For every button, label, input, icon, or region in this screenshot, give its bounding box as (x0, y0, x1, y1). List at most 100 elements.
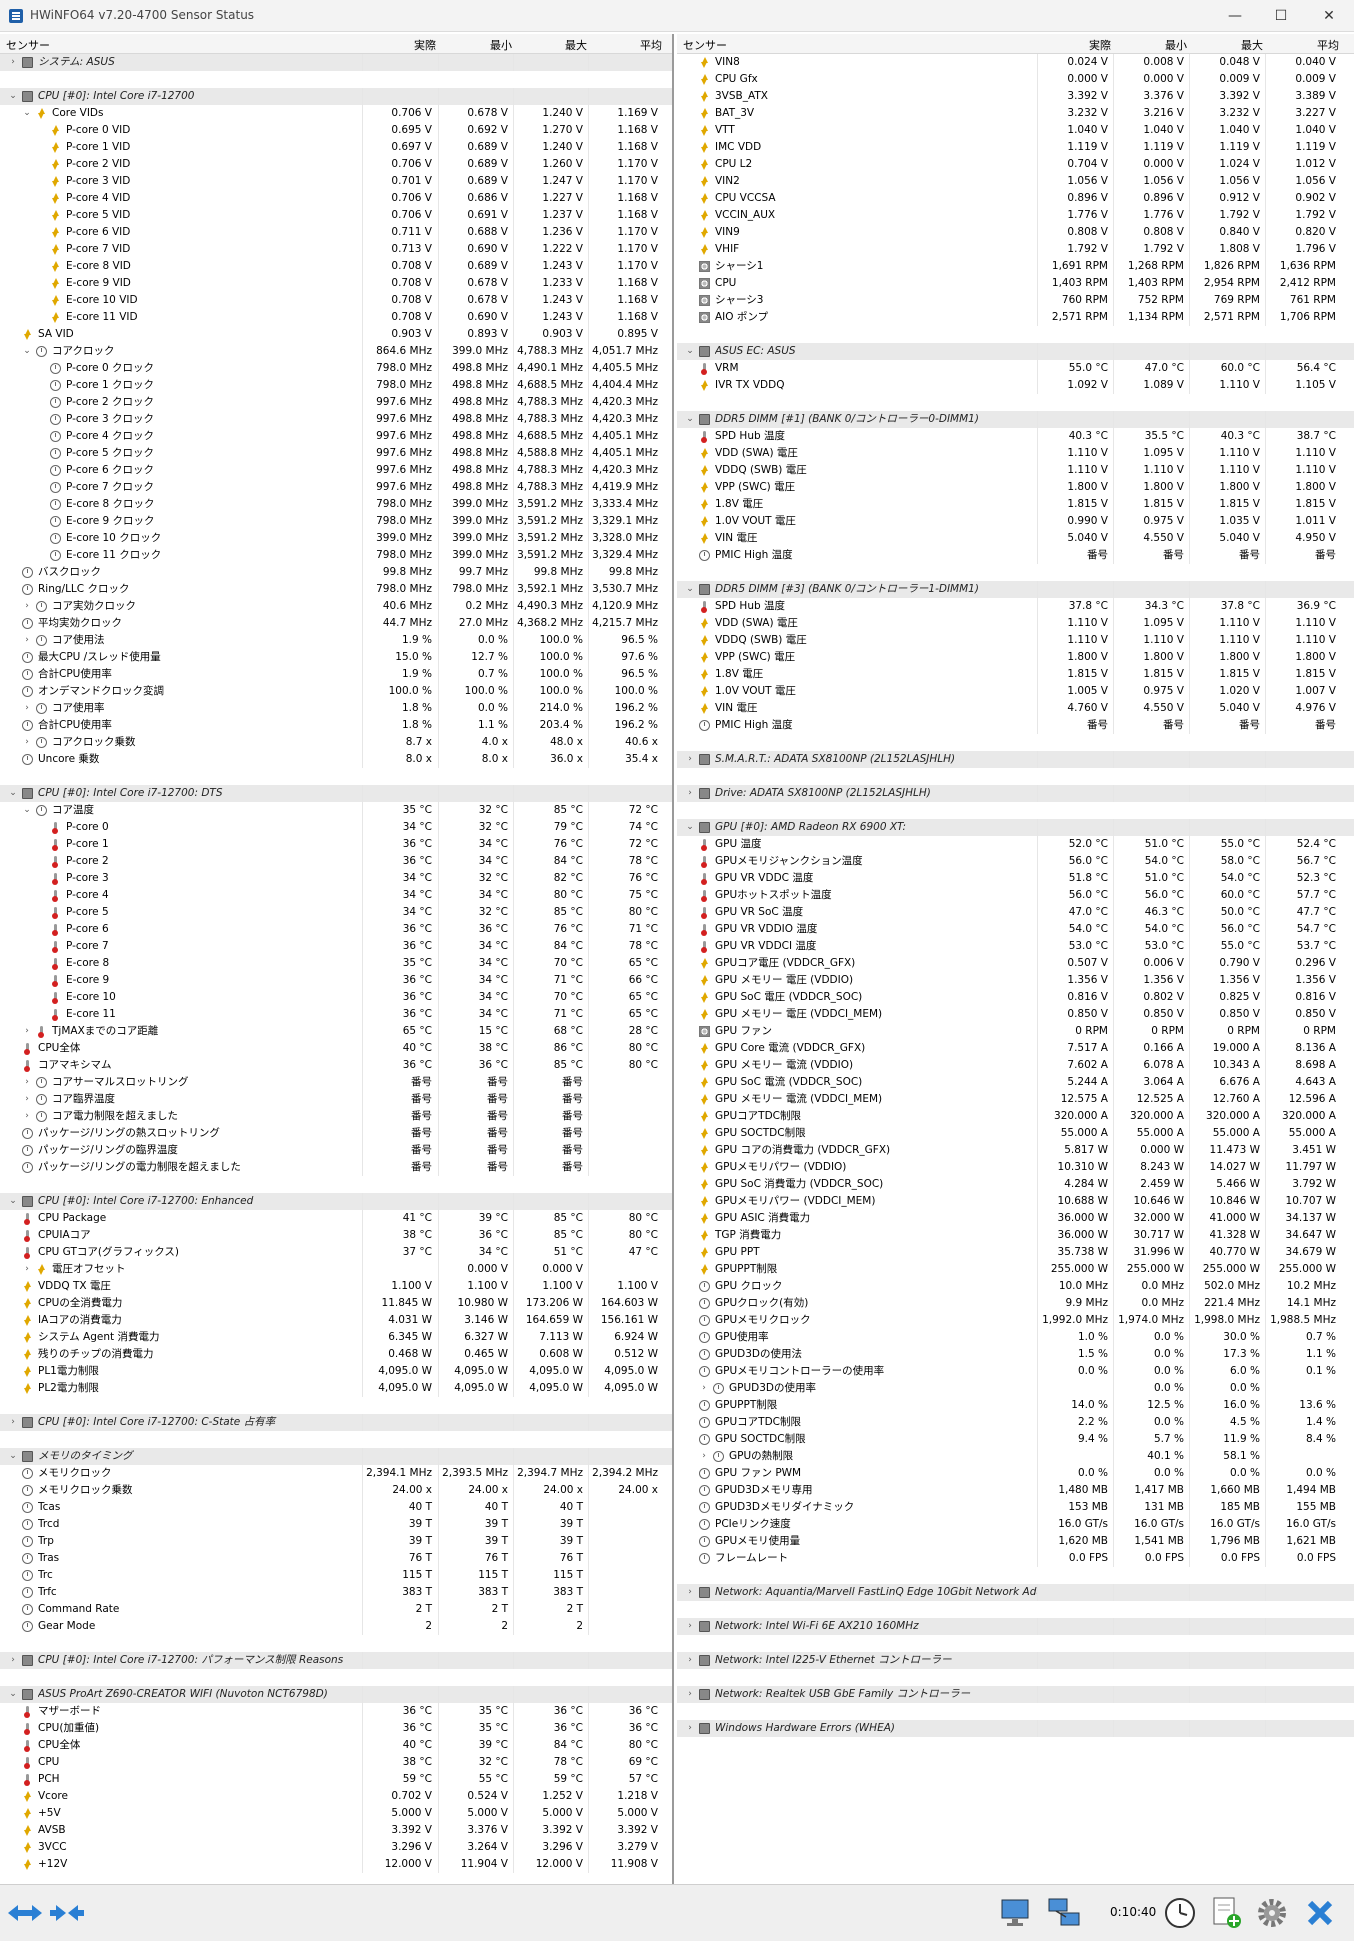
sensor-row[interactable]: P-core 1 VID 0.697 V 0.689 V 1.240 V 1.168 V (0, 139, 672, 156)
expand-chevron-icon[interactable]: › (22, 1091, 32, 1108)
sensor-row[interactable]: システム Agent 消費電力 6.345 W 6.327 W 7.113 W 6.92… (0, 1329, 672, 1346)
sensor-row[interactable]: 1.0V VOUT 電圧 1.005 V 0.975 V 1.020 V 1.007 V (677, 683, 1354, 700)
sensor-row[interactable]: GPUメモリ使用量 1,620 MB 1,541 MB 1,796 MB 1,621 M… (677, 1533, 1354, 1550)
sensor-row[interactable]: › GPUD3Dの使用率 0.0 % 0.0 % (677, 1380, 1354, 1397)
sensor-row[interactable]: GPU ファン PWM 0.0 % 0.0 % 0.0 % 0.0 % (677, 1465, 1354, 1482)
sensor-row[interactable]: E-core 9 VID 0.708 V 0.678 V 1.233 V 1.168 V (0, 275, 672, 292)
sensor-row[interactable]: バスクロック 99.8 MHz 99.7 MHz 99.8 MHz 99.8 MHz (0, 564, 672, 581)
sensor-group-row[interactable]: › Windows Hardware Errors (WHEA) (677, 1720, 1354, 1737)
sensor-row[interactable]: PCH 59 °C 55 °C 59 °C 57 °C (0, 1771, 672, 1788)
sensor-group-row[interactable]: ⌄ CPU [#0]: Intel Core i7-12700: DTS (0, 785, 672, 802)
sensor-row[interactable]: +5V 5.000 V 5.000 V 5.000 V 5.000 V (0, 1805, 672, 1822)
sensor-row[interactable]: P-core 5 クロック 997.6 MHz 498.8 MHz 4,588.8 M… (0, 445, 672, 462)
sensor-row[interactable]: IMC VDD 1.119 V 1.119 V 1.119 V 1.119 V (677, 139, 1354, 156)
sensor-row[interactable]: P-core 4 クロック 997.6 MHz 498.8 MHz 4,688.5 M… (0, 428, 672, 445)
sensor-row[interactable]: GPU コアの消費電力 (VDDCR_GFX) 5.817 W 0.000 W 11.… (677, 1142, 1354, 1159)
sensor-row[interactable]: 最大CPU /スレッド使用量 15.0 % 12.7 % 100.0 % 97.6 % (0, 649, 672, 666)
sensor-row[interactable]: P-core 6 36 °C 36 °C 76 °C 71 °C (0, 921, 672, 938)
sensor-group-row[interactable]: ⌄ CPU [#0]: Intel Core i7-12700 (0, 88, 672, 105)
sensor-row[interactable]: AIO ポンプ 2,571 RPM 1,134 RPM 2,571 RPM 1,706 … (677, 309, 1354, 326)
sensor-row[interactable]: VRM 55.0 °C 47.0 °C 60.0 °C 56.4 °C (677, 360, 1354, 377)
maximize-button[interactable]: ☐ (1258, 0, 1304, 32)
sensor-row[interactable]: VIN 電圧 5.040 V 4.550 V 5.040 V 4.950 V (677, 530, 1354, 547)
collapse-chevron-icon[interactable]: ⌄ (685, 343, 695, 360)
sensor-row[interactable]: BAT_3V 3.232 V 3.216 V 3.232 V 3.227 V (677, 105, 1354, 122)
sensor-row[interactable]: P-core 0 クロック 798.0 MHz 498.8 MHz 4,490.1 M… (0, 360, 672, 377)
column-header-name[interactable]: センサー (683, 37, 727, 53)
sensor-row[interactable]: P-core 0 34 °C 32 °C 79 °C 74 °C (0, 819, 672, 836)
sensor-row[interactable]: › TjMAXまでのコア距離 65 °C 15 °C 68 °C 28 °C (0, 1023, 672, 1040)
collapse-chevron-icon[interactable]: ⌄ (8, 88, 18, 105)
sensor-row[interactable]: VDDQ TX 電圧 1.100 V 1.100 V 1.100 V 1.100 V (0, 1278, 672, 1295)
sensor-row[interactable]: E-core 10 36 °C 34 °C 70 °C 65 °C (0, 989, 672, 1006)
sensor-row[interactable]: P-core 4 VID 0.706 V 0.686 V 1.227 V 1.168 V (0, 190, 672, 207)
sensor-group-row[interactable]: › CPU [#0]: Intel Core i7-12700: パフォーマンス制… (0, 1652, 672, 1669)
sensor-row[interactable]: GPUD3Dメモリダイナミック 153 MB 131 MB 185 MB 155 MB (677, 1499, 1354, 1516)
sensor-row[interactable]: ⌄ コアクロック 864.6 MHz 399.0 MHz 4,788.3 MHz 4,05… (0, 343, 672, 360)
column-header-name[interactable]: センサー (6, 37, 50, 53)
sensor-row[interactable]: CPU L2 0.704 V 0.000 V 1.024 V 1.012 V (677, 156, 1354, 173)
expand-chevron-icon[interactable]: › (22, 734, 32, 751)
sensor-row[interactable]: パッケージ/リングの電力制限を超えました 番号 番号 番号 (0, 1159, 672, 1176)
sensor-row[interactable]: PMIC High 温度 番号 番号 番号 番号 (677, 717, 1354, 734)
sensor-row[interactable]: GPUPPT制限 14.0 % 12.5 % 16.0 % 13.6 % (677, 1397, 1354, 1414)
sensor-group-row[interactable]: › CPU [#0]: Intel Core i7-12700: C-State … (0, 1414, 672, 1431)
expand-chevron-icon[interactable]: › (8, 54, 18, 71)
sensor-row[interactable]: CPU Package 41 °C 39 °C 85 °C 80 °C (0, 1210, 672, 1227)
column-header-avg[interactable]: 平均 (1303, 37, 1339, 53)
sensor-group-row[interactable]: › システム: ASUS (0, 54, 672, 71)
sensor-row[interactable]: E-core 11 クロック 798.0 MHz 399.0 MHz 3,591.2 … (0, 547, 672, 564)
expand-chevron-icon[interactable]: › (685, 1686, 695, 1703)
column-header-min[interactable]: 最小 (476, 37, 512, 53)
sensor-row[interactable]: VHIF 1.792 V 1.792 V 1.808 V 1.796 V (677, 241, 1354, 258)
sensor-row[interactable]: メモリクロック 2,394.1 MHz 2,393.5 MHz 2,394.7 MHz… (0, 1465, 672, 1482)
sensor-row[interactable]: VTT 1.040 V 1.040 V 1.040 V 1.040 V (677, 122, 1354, 139)
expand-chevron-icon[interactable]: › (22, 700, 32, 717)
sensor-row[interactable]: VCCIN_AUX 1.776 V 1.776 V 1.792 V 1.792 V (677, 207, 1354, 224)
sensor-row[interactable]: マザーボード 36 °C 35 °C 36 °C 36 °C (0, 1703, 672, 1720)
expand-chevron-icon[interactable]: › (22, 632, 32, 649)
sensor-row[interactable]: P-core 0 VID 0.695 V 0.692 V 1.270 V 1.168 V (0, 122, 672, 139)
sensor-row[interactable]: CPU全体 40 °C 38 °C 86 °C 80 °C (0, 1040, 672, 1057)
close-button[interactable]: ✕ (1306, 0, 1352, 32)
sensor-row[interactable]: シャーシ3 760 RPM 752 RPM 769 RPM 761 RPM (677, 292, 1354, 309)
sensor-group-row[interactable]: ⌄ CPU [#0]: Intel Core i7-12700: Enhanced (0, 1193, 672, 1210)
sensor-row[interactable]: GPU SoC 電圧 (VDDCR_SOC) 0.816 V 0.802 V 0.82… (677, 989, 1354, 1006)
sensor-row[interactable]: › コア使用法 1.9 % 0.0 % 100.0 % 96.5 % (0, 632, 672, 649)
sensor-group-row[interactable]: › Network: Aquantia/Marvell FastLinQ Edge… (677, 1584, 1354, 1601)
sensor-row[interactable]: GPU VR VDDC 温度 51.8 °C 51.0 °C 54.0 °C 52.3 … (677, 870, 1354, 887)
sensor-row[interactable]: 平均実効クロック 44.7 MHz 27.0 MHz 4,368.2 MHz 4,215… (0, 615, 672, 632)
sensor-row[interactable]: 3VCC 3.296 V 3.264 V 3.296 V 3.279 V (0, 1839, 672, 1856)
expand-chevron-icon[interactable]: › (685, 751, 695, 768)
sensor-row[interactable]: P-core 2 クロック 997.6 MHz 498.8 MHz 4,788.3 M… (0, 394, 672, 411)
sensor-row[interactable]: GPU メモリー 電圧 (VDDCI_MEM) 0.850 V 0.850 V 0.8… (677, 1006, 1354, 1023)
sensor-row[interactable]: VDD (SWA) 電圧 1.110 V 1.095 V 1.110 V 1.110 V (677, 615, 1354, 632)
sensor-row[interactable]: Trp 39 T 39 T 39 T (0, 1533, 672, 1550)
sensor-row[interactable]: CPUIAコア 38 °C 36 °C 85 °C 80 °C (0, 1227, 672, 1244)
sensor-row[interactable]: GPUホットスポット温度 56.0 °C 56.0 °C 60.0 °C 57.7 °C (677, 887, 1354, 904)
collapse-chevron-icon[interactable]: ⌄ (685, 411, 695, 428)
sensor-row[interactable]: GPU メモリー 電流 (VDDCI_MEM) 12.575 A 12.525 A1… (677, 1091, 1354, 1108)
sensor-row[interactable]: VIN2 1.056 V 1.056 V 1.056 V 1.056 V (677, 173, 1354, 190)
expand-chevron-icon[interactable]: › (685, 1584, 695, 1601)
sensor-row[interactable]: ⌄ コア温度 35 °C 32 °C 85 °C 72 °C (0, 802, 672, 819)
sensor-row[interactable]: Tras 76 T 76 T 76 T (0, 1550, 672, 1567)
sensor-row[interactable]: GPU使用率 1.0 % 0.0 % 30.0 % 0.7 % (677, 1329, 1354, 1346)
sensor-row[interactable]: 合計CPU使用率 1.9 % 0.7 % 100.0 % 96.5 % (0, 666, 672, 683)
sensor-row[interactable]: Trc 115 T 115 T 115 T (0, 1567, 672, 1584)
column-header-avg[interactable]: 平均 (626, 37, 662, 53)
sensor-row[interactable]: メモリクロック乗数 24.00 x 24.00 x 24.00 x 24.00 x (0, 1482, 672, 1499)
sensor-row[interactable]: GPUコアTDC制限 2.2 % 0.0 % 4.5 % 1.4 % (677, 1414, 1354, 1431)
sensor-group-row[interactable]: ⌄ DDR5 DIMM [#3] (BANK 0/コントローラー1-DIMM1) (677, 581, 1354, 598)
sensor-row[interactable]: CPU(加重値) 36 °C 35 °C 36 °C 36 °C (0, 1720, 672, 1737)
sensor-row[interactable]: GPUメモリクロック 1,992.0 MHz 1,974.0 MHz 1,998.0 … (677, 1312, 1354, 1329)
sensor-row[interactable]: › 電圧オフセット 0.000 V 0.000 V (0, 1261, 672, 1278)
sensor-row[interactable]: GPUメモリジャンクション温度 56.0 °C 54.0 °C 58.0 °C 56.7… (677, 853, 1354, 870)
collapse-chevron-icon[interactable]: ⌄ (8, 1448, 18, 1465)
sensor-group-row[interactable]: › Drive: ADATA SX8100NP (2L152LASJHLH) (677, 785, 1354, 802)
sensor-row[interactable]: 1.8V 電圧 1.815 V 1.815 V 1.815 V 1.815 V (677, 496, 1354, 513)
sensor-row[interactable]: IAコアの消費電力 4.031 W 3.146 W 164.659 W 156.161 … (0, 1312, 672, 1329)
expand-chevron-icon[interactable]: › (8, 1652, 18, 1669)
sensor-row[interactable]: コアマキシマム 36 °C 36 °C 85 °C 80 °C (0, 1057, 672, 1074)
sensor-row[interactable]: P-core 5 34 °C 32 °C 85 °C 80 °C (0, 904, 672, 921)
